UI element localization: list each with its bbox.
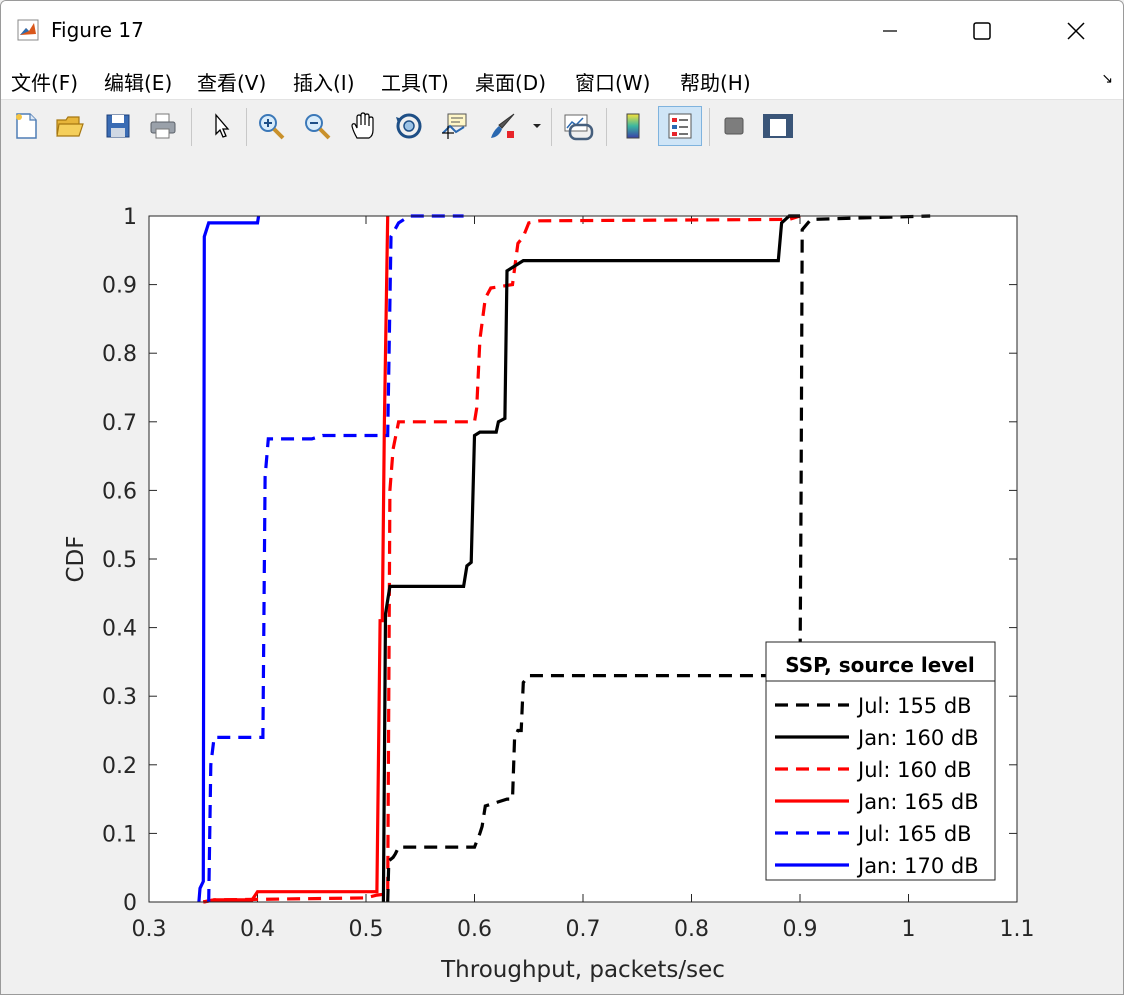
window-title: Figure 17 [51,18,144,42]
menu-desktop[interactable]: 桌面(D) [475,67,546,96]
x-tick-label: 0.7 [566,917,601,942]
link-plot-button[interactable] [561,108,595,144]
menu-file[interactable]: 文件(F) [11,67,78,96]
legend-entry-label: Jan: 170 dB [856,854,979,878]
save-icon [106,114,130,138]
legend[interactable]: SSP, source level Jul: 155 dB Jan: 160 dB… [765,641,996,881]
x-axis-label: Throughput, packets/sec [440,957,725,983]
rotate-3d-button[interactable] [392,108,426,144]
save-button[interactable] [101,108,135,144]
x-tick-label: 0.5 [349,917,384,942]
maximize-icon [973,22,991,40]
zoom-out-icon [305,114,331,140]
menu-window[interactable]: 窗口(W) [575,67,650,96]
matlab-app-icon [17,19,39,41]
rotate-3d-icon [396,113,422,139]
x-tick-label: 0.4 [240,917,275,942]
y-tick-label: 0.2 [102,754,137,779]
menu-tools[interactable]: 工具(T) [381,67,449,96]
show-plot-tools-icon [763,114,793,138]
pan-button[interactable] [346,108,380,144]
brush-button[interactable] [486,108,520,144]
close-button[interactable] [1053,9,1099,53]
legend-entry-label: Jan: 160 dB [856,726,979,750]
link-plot-icon [564,114,594,141]
menu-bar: 文件(F) 编辑(E) 查看(V) 插入(I) 工具(T) 桌面(D) 窗口(W… [1,61,1123,99]
legend-entry-label: Jan: 165 dB [856,790,979,814]
maximize-button[interactable] [959,9,1005,53]
colorbar-icon [626,113,640,139]
toolbar-separator [606,108,607,146]
new-figure-button[interactable] [9,108,43,144]
menu-edit[interactable]: 编辑(E) [104,67,172,96]
print-button[interactable] [146,108,180,144]
legend-entry-label: Jul: 155 dB [856,694,972,718]
minimize-button[interactable] [867,9,913,53]
insert-legend-button[interactable] [658,106,702,146]
toolbar-separator [191,108,192,146]
pan-hand-icon [351,112,374,139]
hide-plot-tools-icon [724,117,744,135]
print-icon [150,113,176,139]
open-icon [56,116,84,137]
menu-expand-icon[interactable]: ↘ [1101,71,1113,87]
y-tick-label: 0.1 [102,822,137,847]
legend-entry-label: Jul: 165 dB [856,822,972,846]
new-figure-icon [16,113,37,139]
x-tick-label: 0.6 [457,917,492,942]
x-tick-label: 0.9 [783,917,818,942]
insert-colorbar-button[interactable] [616,108,650,144]
data-cursor-button[interactable] [438,108,472,144]
figure-canvas: 0.3 0.4 0.5 0.6 0.7 0.8 0.9 1 1.1 0 0.1 0.2 0.3 0.4 0… [1,154,1123,994]
y-tick-label: 0.8 [102,342,137,367]
zoom-in-icon [259,114,285,140]
menu-help[interactable]: 帮助(H) [680,67,751,96]
figure-window: Figure 17 文件(F) 编辑(E) 查看(V) 插入(I) 工具(T) … [0,0,1124,995]
y-tick-label: 0 [123,891,137,916]
chevron-down-icon [533,124,541,128]
legend-icon [668,113,692,139]
toolbar-separator [551,108,552,146]
y-tick-label: 0.6 [102,479,137,504]
edit-plot-button[interactable] [204,108,238,144]
title-bar: Figure 17 [1,1,1123,61]
legend-entry-label: Jul: 160 dB [856,758,972,782]
toolbar-separator [246,108,247,146]
brush-icon [491,113,515,138]
menu-insert[interactable]: 插入(I) [293,67,355,96]
zoom-out-button[interactable] [300,108,334,144]
cdf-chart[interactable]: 0.3 0.4 0.5 0.6 0.7 0.8 0.9 1 1.1 0 0.1 0.2 0.3 0.4 0… [1,154,1123,994]
y-tick-label: 0.4 [102,617,137,642]
data-cursor-icon [442,113,467,139]
legend-title: SSP, source level [785,653,974,677]
x-tick-label: 0.3 [132,917,167,942]
y-tick-label: 0.9 [102,274,137,299]
x-tick-label: 1.1 [1000,917,1035,942]
hide-plot-tools-button[interactable] [717,108,751,144]
toolbar [1,99,1123,155]
menu-view[interactable]: 查看(V) [197,67,266,96]
y-tick-label: 0.3 [102,685,137,710]
open-file-button[interactable] [53,108,87,144]
x-tick-label: 1 [902,917,916,942]
show-plot-tools-button[interactable] [761,108,795,144]
y-tick-label: 0.7 [102,411,137,436]
y-tick-label: 0.5 [102,548,137,573]
pointer-icon [215,113,230,138]
minimize-icon [883,30,897,32]
brush-dropdown[interactable] [527,108,547,144]
toolbar-separator [709,108,710,146]
x-tick-label: 0.8 [674,917,709,942]
y-axis-label: CDF [63,536,89,583]
y-tick-label: 1 [123,205,137,230]
close-icon [1067,22,1085,40]
zoom-in-button[interactable] [254,108,288,144]
